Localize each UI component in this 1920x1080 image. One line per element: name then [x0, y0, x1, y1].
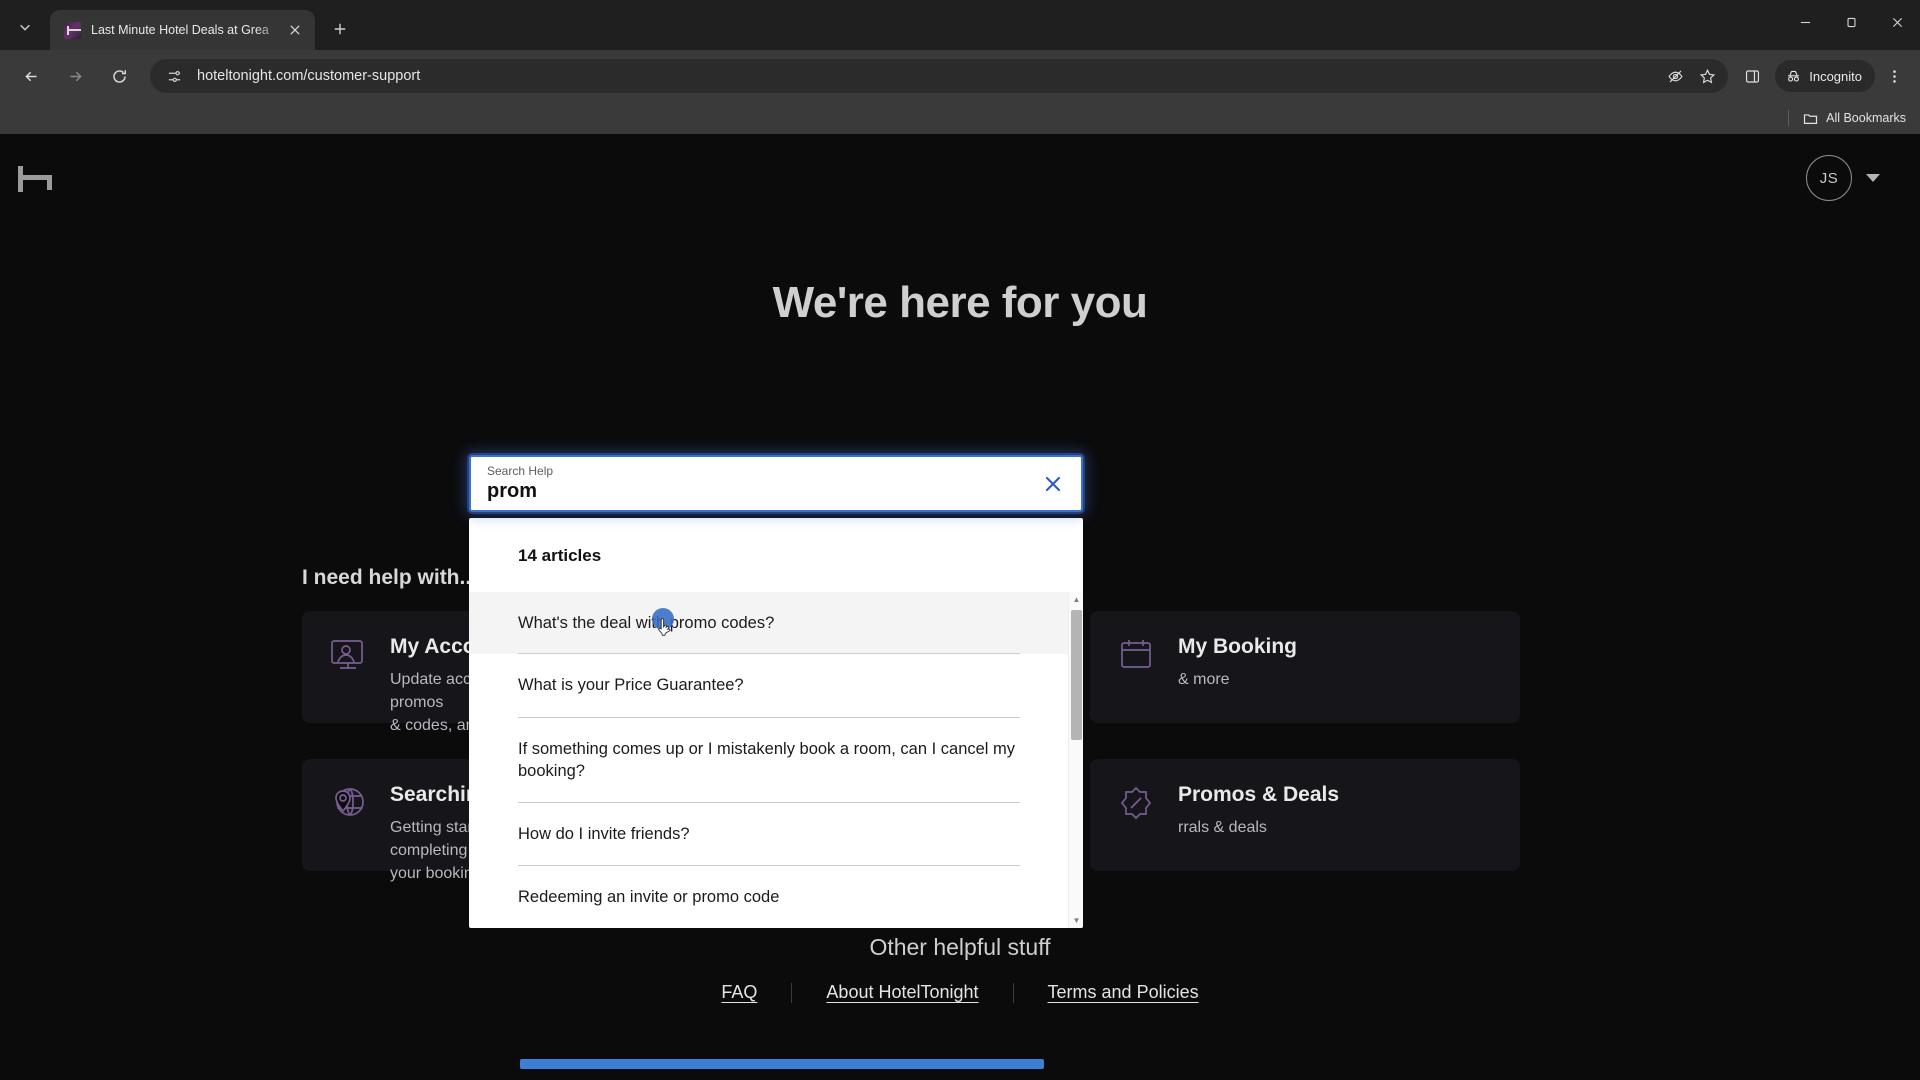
- account-menu[interactable]: JS: [1806, 155, 1880, 201]
- list-item[interactable]: How do I invite friends?: [518, 803, 1020, 867]
- scroll-up-icon[interactable]: ▲: [1069, 592, 1083, 607]
- cursor-pointer-icon: [658, 618, 671, 636]
- card-desc-line2: your booking: [390, 865, 482, 883]
- list-item[interactable]: What is your Price Guarantee?: [518, 654, 1020, 718]
- scrollbar-thumb[interactable]: [1071, 610, 1082, 740]
- avatar[interactable]: JS: [1806, 155, 1852, 201]
- help-card-my-booking[interactable]: My Booking & more: [1090, 611, 1520, 723]
- search-input-label: Search Help: [487, 464, 554, 478]
- page-settings-icon[interactable]: [162, 64, 186, 88]
- results-count: 14 articles: [518, 546, 602, 565]
- incognito-indicator[interactable]: Incognito: [1775, 60, 1875, 92]
- three-dot-menu-icon[interactable]: [1878, 60, 1910, 92]
- search-results-panel: 14 articles What's the deal with promo c…: [469, 518, 1083, 928]
- reload-icon[interactable]: [102, 59, 136, 93]
- deals-icon: [1116, 783, 1156, 823]
- list-item[interactable]: What's the deal with promo codes?: [469, 592, 1069, 655]
- new-tab-button[interactable]: [325, 14, 355, 44]
- address-bar[interactable]: hoteltonight.com/customer-support: [150, 59, 1729, 93]
- minimize-icon[interactable]: [1782, 0, 1828, 44]
- globe-pin-icon: [328, 783, 368, 823]
- footer-links: FAQ About HotelTonight Terms and Policie…: [0, 982, 1920, 1003]
- forward-icon[interactable]: [58, 59, 92, 93]
- search-help-box[interactable]: Search Help prom: [469, 455, 1083, 512]
- page-viewport: JS We're here for you I need help with..…: [0, 134, 1920, 1080]
- bookmarks-bar: All Bookmarks: [0, 102, 1920, 134]
- footer-link-faq[interactable]: FAQ: [687, 982, 791, 1003]
- divider: [1788, 110, 1790, 126]
- card-title: My Booking: [1178, 635, 1297, 658]
- card-title: Promos & Deals: [1178, 783, 1340, 806]
- incognito-label: Incognito: [1809, 68, 1862, 84]
- folder-icon: [1804, 113, 1818, 124]
- search-input-value: prom: [487, 480, 537, 502]
- close-icon[interactable]: [285, 20, 305, 40]
- url-text: hoteltonight.com/customer-support: [197, 68, 421, 84]
- close-window-icon[interactable]: [1874, 0, 1920, 44]
- footer-link-terms[interactable]: Terms and Policies: [1014, 982, 1233, 1003]
- window-controls: [1782, 0, 1920, 44]
- toolbar-right-cluster: Incognito: [1736, 60, 1910, 92]
- tab-search-button[interactable]: [8, 10, 42, 44]
- eye-slash-icon[interactable]: [1660, 61, 1690, 91]
- hoteltonight-favicon: [64, 21, 81, 39]
- account-screen-icon: [328, 635, 368, 675]
- browser-tab[interactable]: Last Minute Hotel Deals at Grea: [50, 10, 315, 50]
- list-item[interactable]: If something comes up or I mistakenly bo…: [518, 718, 1020, 804]
- help-card-promos-deals[interactable]: Promos & Deals rrals & deals: [1090, 759, 1520, 871]
- tab-strip: Last Minute Hotel Deals at Grea: [0, 0, 1920, 50]
- star-icon[interactable]: [1692, 61, 1722, 91]
- back-icon[interactable]: [14, 59, 48, 93]
- bottom-accent-bar: [520, 1059, 1044, 1069]
- footer-link-about[interactable]: About HotelTonight: [792, 982, 1012, 1003]
- restore-icon[interactable]: [1828, 0, 1874, 44]
- other-helpful-title: Other helpful stuff: [869, 934, 1051, 960]
- site-header: JS: [0, 134, 1920, 222]
- hoteltonight-bed-logo[interactable]: [16, 163, 68, 193]
- results-scrollbar[interactable]: ▲ ▼: [1068, 592, 1083, 928]
- all-bookmarks-button[interactable]: All Bookmarks: [1803, 111, 1906, 126]
- search-input[interactable]: Search Help prom: [487, 465, 1041, 502]
- scroll-down-icon[interactable]: ▼: [1069, 913, 1083, 928]
- list-item[interactable]: Redeeming an invite or promo code: [518, 866, 1020, 928]
- booking-icon: [1116, 635, 1156, 675]
- page-title: We're here for you: [772, 278, 1148, 327]
- browser-window: Last Minute Hotel Deals at Grea hotelton…: [0, 0, 1920, 1080]
- omnibox-actions: [1660, 61, 1722, 91]
- help-section-title: I need help with...: [302, 566, 478, 589]
- close-x-icon[interactable]: [1041, 472, 1065, 496]
- browser-toolbar: hoteltonight.com/customer-support Incogn…: [0, 50, 1920, 102]
- all-bookmarks-label: All Bookmarks: [1826, 111, 1906, 125]
- results-list[interactable]: What's the deal with promo codes? What i…: [469, 592, 1083, 928]
- side-panel-icon[interactable]: [1736, 60, 1768, 92]
- chevron-down-icon[interactable]: [1866, 174, 1880, 182]
- tab-title: Last Minute Hotel Deals at Grea: [91, 23, 269, 37]
- card-description: rrals & deals: [1178, 819, 1267, 836]
- card-description: & more: [1178, 671, 1230, 688]
